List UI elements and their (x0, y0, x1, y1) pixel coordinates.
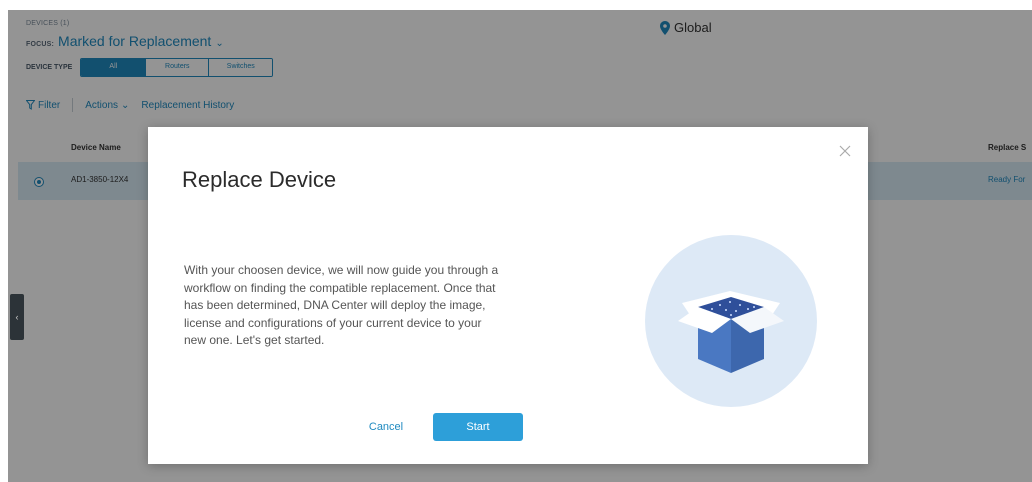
start-button[interactable]: Start (433, 413, 523, 441)
cancel-button[interactable]: Cancel (363, 416, 409, 438)
open-box-illustration (645, 235, 817, 407)
close-icon[interactable] (838, 144, 852, 158)
replace-device-dialog: Replace Device With your choosen device,… (148, 127, 868, 464)
collapse-arrow-icon[interactable]: ‹ (10, 294, 24, 340)
dialog-body-text: With your choosen device, we will now gu… (184, 263, 499, 347)
dialog-title: Replace Device (182, 167, 337, 192)
